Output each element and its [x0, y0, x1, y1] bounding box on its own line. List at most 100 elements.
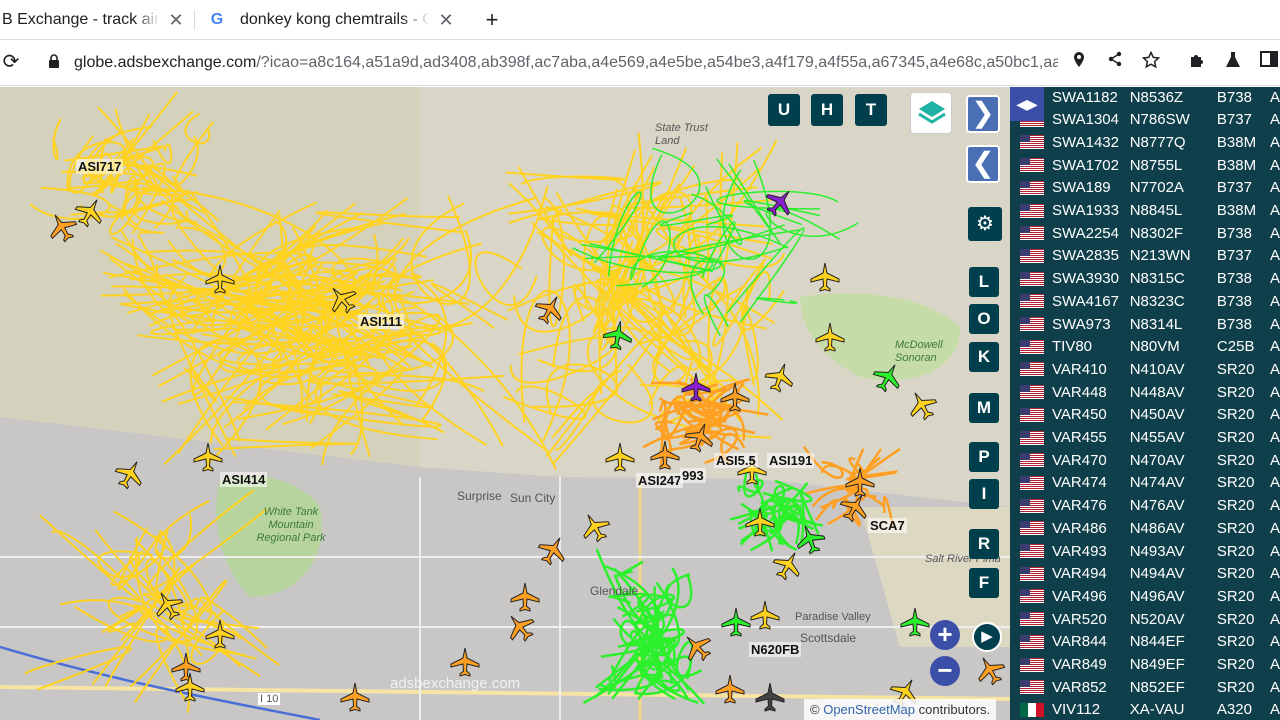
- aircraft-label-asi717[interactable]: ASI717: [76, 159, 124, 174]
- aircraft-type-cell: SR20: [1216, 565, 1255, 583]
- extra-cell: A: [1270, 270, 1280, 288]
- extra-cell: A: [1270, 497, 1280, 515]
- aircraft-list-row[interactable]: VAR410 N410AV SR20 A: [1016, 358, 1280, 380]
- callsign-cell: VAR849: [1052, 656, 1107, 673]
- extra-cell: A: [1270, 156, 1280, 174]
- button-f[interactable]: F: [969, 568, 999, 598]
- aircraft-list-row[interactable]: SWA1304 N786SW B737 A: [1016, 109, 1280, 131]
- aircraft-list-row[interactable]: VAR520 N520AV SR20 A: [1016, 608, 1280, 630]
- callsign-cell: VAR410: [1052, 360, 1107, 378]
- button-l[interactable]: L: [969, 267, 999, 297]
- callsign-cell: SWA2254: [1052, 224, 1119, 242]
- close-icon[interactable]: ✕: [436, 10, 456, 30]
- tab-strip: B Exchange - track aircraft ✕ G donkey k…: [0, 0, 1280, 40]
- aircraft-list-row[interactable]: VAR486 N486AV SR20 A: [1016, 517, 1280, 539]
- aircraft-label-n620fb[interactable]: N620FB: [749, 642, 802, 657]
- address-bar[interactable]: globe.adsbexchange.com/?icao=a8c164,a51a…: [36, 46, 1096, 80]
- aircraft-list-row[interactable]: SWA189 N7702A B737 A: [1016, 177, 1280, 199]
- aircraft-type-cell: A320: [1216, 701, 1252, 719]
- extra-cell: A: [1270, 292, 1280, 310]
- callsign-cell: SWA973: [1052, 315, 1111, 333]
- tab-google-search[interactable]: G donkey kong chemtrails - Google Search…: [196, 0, 462, 40]
- lab-flask-icon[interactable]: [1222, 51, 1244, 73]
- callsign-cell: SWA1182: [1052, 88, 1118, 106]
- aircraft-label-sca7[interactable]: SCA7: [868, 518, 907, 533]
- tab-adsbexchange[interactable]: B Exchange - track aircraft ✕: [0, 0, 192, 40]
- aircraft-list-row[interactable]: VAR474 N474AV SR20 A: [1016, 472, 1280, 494]
- button-h[interactable]: H: [811, 94, 843, 126]
- settings-gear-icon[interactable]: ⚙: [968, 207, 1002, 241]
- aircraft-list-row[interactable]: SWA1933 N8845L B38M A: [1016, 200, 1280, 222]
- button-o[interactable]: O: [969, 304, 999, 334]
- callsign-cell: VAR493: [1052, 542, 1107, 560]
- side-panel-icon[interactable]: [1258, 51, 1280, 73]
- aircraft-list-row[interactable]: VAR476 N476AV SR20 A: [1016, 495, 1280, 517]
- zoom-out-button[interactable]: −: [930, 656, 960, 686]
- aircraft-label-asi191[interactable]: ASI191: [767, 453, 815, 468]
- callsign-cell: VAR450: [1052, 406, 1107, 424]
- aircraft-label-993[interactable]: 993: [680, 468, 706, 483]
- button-t[interactable]: T: [855, 94, 887, 126]
- us-flag-icon: [1020, 203, 1044, 218]
- aircraft-list-row[interactable]: VAR450 N450AV SR20 A: [1016, 404, 1280, 426]
- aircraft-label-asi247[interactable]: ASI247: [636, 473, 684, 488]
- registration-cell: N494AV: [1129, 565, 1185, 583]
- aircraft-label-asi414[interactable]: ASI414: [220, 472, 268, 487]
- aircraft-list-row[interactable]: SWA1432 N8777Q B38M A: [1016, 131, 1280, 153]
- prev-arrow-icon[interactable]: ❮: [966, 145, 1000, 183]
- aircraft-list-row[interactable]: VIV112 XA-VAU A320 A: [1016, 699, 1280, 720]
- registration-cell: N213WN: [1129, 247, 1191, 265]
- extensions-icon[interactable]: [1186, 51, 1208, 73]
- aircraft-type-cell: SR20: [1216, 610, 1255, 628]
- new-tab-button[interactable]: +: [480, 8, 504, 32]
- registration-cell: XA-VAU: [1129, 701, 1185, 719]
- openstreetmap-link[interactable]: OpenStreetMap: [823, 702, 915, 717]
- bookmark-star-icon[interactable]: [1140, 50, 1162, 73]
- aircraft-type-cell: SR20: [1216, 542, 1255, 560]
- callsign-cell: VAR448: [1052, 383, 1107, 401]
- zoom-in-button[interactable]: +: [930, 620, 960, 650]
- next-arrow-icon[interactable]: ❯: [966, 95, 1000, 133]
- aircraft-list-row[interactable]: VAR448 N448AV SR20 A: [1016, 381, 1280, 403]
- aircraft-list-row[interactable]: SWA2254 N8302F B738 A: [1016, 222, 1280, 244]
- callsign-cell: VAR494: [1052, 565, 1107, 583]
- button-u[interactable]: U: [768, 94, 800, 126]
- panel-resize-icon[interactable]: ◀▶: [1010, 87, 1044, 121]
- flight-map[interactable]: Surprise Sun City Glendale Scottsdale St…: [0, 87, 1010, 720]
- aircraft-type-cell: SR20: [1216, 451, 1255, 469]
- close-icon[interactable]: ✕: [166, 10, 186, 30]
- registration-cell: N849EF: [1129, 656, 1185, 673]
- location-icon[interactable]: [1068, 51, 1090, 73]
- aircraft-list-row[interactable]: SWA2835 N213WN B737 A: [1016, 245, 1280, 267]
- aircraft-list-row[interactable]: SWA1182 N8536Z B738 A: [1016, 87, 1280, 108]
- aircraft-list-row[interactable]: TIV80 N80VM C25B A: [1016, 336, 1280, 358]
- aircraft-list-row[interactable]: SWA1702 N8755L B38M A: [1016, 154, 1280, 176]
- aircraft-list-row[interactable]: SWA3930 N8315C B738 A: [1016, 268, 1280, 290]
- lock-icon[interactable]: [48, 54, 62, 72]
- copyright-symbol: ©: [810, 702, 820, 717]
- aircraft-list-row[interactable]: VAR852 N852EF SR20 A: [1016, 676, 1280, 698]
- aircraft-label-asi111[interactable]: ASI111: [358, 314, 404, 329]
- aircraft-list-row[interactable]: SWA973 N8314L B738 A: [1016, 313, 1280, 335]
- aircraft-list-row[interactable]: VAR455 N455AV SR20 A: [1016, 427, 1280, 449]
- place-surprise: Surprise: [457, 489, 502, 503]
- button-k[interactable]: K: [969, 342, 999, 372]
- layers-icon[interactable]: [910, 92, 952, 134]
- aircraft-list-row[interactable]: VAR849 N849EF SR20 A: [1016, 654, 1280, 676]
- aircraft-label-asi5[interactable]: ASI5.5: [714, 453, 758, 468]
- us-flag-icon: [1020, 430, 1044, 445]
- reload-icon[interactable]: ⟳: [0, 51, 22, 73]
- button-r[interactable]: R: [969, 529, 999, 559]
- button-m[interactable]: M: [969, 393, 999, 423]
- aircraft-list-row[interactable]: VAR496 N496AV SR20 A: [1016, 585, 1280, 607]
- aircraft-list-row[interactable]: VAR493 N493AV SR20 A: [1016, 540, 1280, 562]
- aircraft-list-row[interactable]: VAR494 N494AV SR20 A: [1016, 563, 1280, 585]
- share-icon[interactable]: [1104, 51, 1126, 73]
- button-p[interactable]: P: [969, 442, 999, 472]
- button-i[interactable]: I: [969, 479, 999, 509]
- replay-icon[interactable]: ▶: [972, 622, 1002, 652]
- aircraft-list-row[interactable]: VAR470 N470AV SR20 A: [1016, 449, 1280, 471]
- map-canvas[interactable]: [0, 87, 1010, 720]
- aircraft-list-row[interactable]: VAR844 N844EF SR20 A: [1016, 631, 1280, 653]
- aircraft-list-row[interactable]: SWA4167 N8323C B738 A: [1016, 290, 1280, 312]
